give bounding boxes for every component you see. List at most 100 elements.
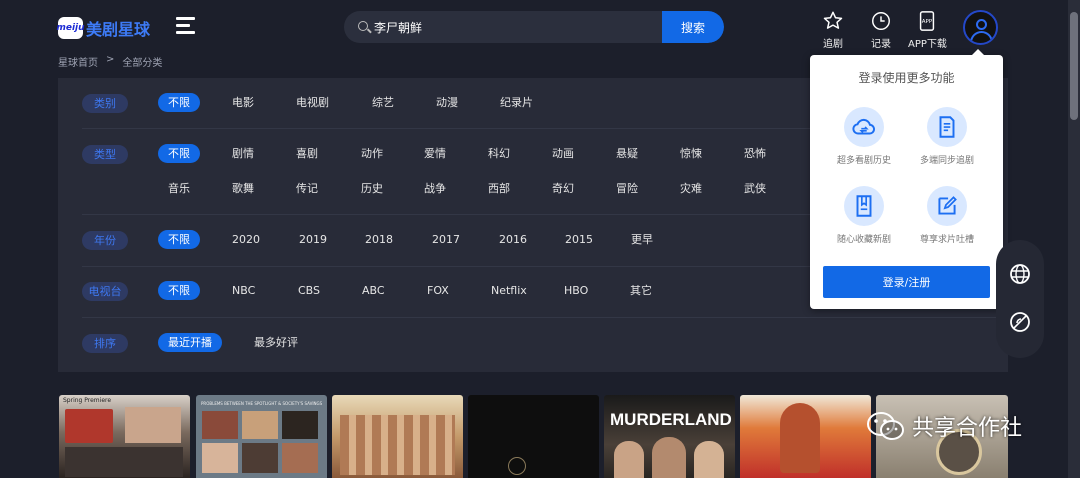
genre-option[interactable]: 奇幻	[552, 179, 574, 198]
filter-row-sort: 排序	[82, 333, 128, 353]
genre-option[interactable]: 动作	[361, 144, 383, 163]
filter-row-year: 年份	[82, 230, 128, 250]
genre-option[interactable]: 音乐	[168, 179, 190, 198]
year-option[interactable]: 2019	[299, 230, 327, 249]
genre-option[interactable]: 剧情	[232, 144, 254, 163]
network-option[interactable]: Netflix	[491, 281, 527, 300]
filter-label-network: 电视台	[82, 281, 128, 301]
search-button[interactable]: 搜索	[662, 11, 724, 43]
poster-title: Spring Premiere	[63, 397, 112, 404]
network-option[interactable]: ABC	[362, 281, 385, 300]
avatar[interactable]	[963, 10, 998, 45]
logo-badge: meiju	[56, 17, 85, 39]
filter-label-year: 年份	[82, 230, 128, 250]
search-icon	[358, 21, 368, 31]
poster-card[interactable]: Spring Premiere	[59, 395, 190, 478]
filter-label-sort: 排序	[82, 333, 128, 353]
year-option[interactable]: 2018	[365, 230, 393, 249]
category-option-documentary[interactable]: 纪录片	[500, 93, 533, 112]
category-option-variety[interactable]: 综艺	[372, 93, 394, 112]
network-option[interactable]: NBC	[232, 281, 255, 300]
app-download-icon: APP	[920, 11, 935, 31]
feature-history: 超多看剧历史	[824, 107, 904, 166]
poster-caption: PROBLEMS BETWEEN THE SPOTLIGHT & SOCIETY…	[201, 401, 323, 406]
network-option[interactable]: 其它	[630, 281, 652, 300]
feature-label: 多端同步追剧	[919, 156, 974, 166]
year-option[interactable]: 2016	[499, 230, 527, 249]
feature-sync: 多端同步追剧	[907, 107, 987, 166]
cloud-sync-icon	[844, 107, 884, 147]
filter-row-genre: 类型	[82, 144, 128, 164]
watermark: 共享合作社	[866, 410, 1022, 442]
filter-label-category: 类别	[82, 93, 128, 113]
app-download-button[interactable]: APP APP下载	[908, 10, 947, 50]
genre-option[interactable]: 武侠	[744, 179, 766, 198]
genre-option[interactable]: 冒险	[616, 179, 638, 198]
follow-button[interactable]: 追剧	[822, 10, 844, 50]
poster-card[interactable]	[468, 395, 599, 478]
poster-title: MURDERLAND	[610, 410, 732, 429]
genre-option[interactable]: 恐怖	[744, 144, 766, 163]
genre-option[interactable]: 历史	[361, 179, 383, 198]
feature-request: 尊享求片吐槽	[907, 186, 987, 245]
svg-text:APP: APP	[922, 19, 933, 25]
category-option-anime[interactable]: 动漫	[436, 93, 458, 112]
genre-option[interactable]: 动画	[552, 144, 574, 163]
year-option-all[interactable]: 不限	[158, 230, 200, 249]
genre-option[interactable]: 惊悚	[680, 144, 702, 163]
history-button[interactable]: 记录	[870, 10, 892, 50]
network-option[interactable]: FOX	[427, 281, 449, 300]
category-option-all[interactable]: 不限	[158, 93, 200, 112]
star-icon	[823, 11, 843, 29]
wechat-icon	[867, 412, 904, 440]
genre-option[interactable]: 悬疑	[616, 144, 638, 163]
year-option[interactable]: 更早	[631, 230, 653, 249]
genre-option[interactable]: 灾难	[680, 179, 702, 198]
breadcrumb-home[interactable]: 星球首页	[58, 54, 98, 69]
feature-label: 超多看剧历史	[836, 156, 891, 166]
genre-option[interactable]: 喜剧	[296, 144, 318, 163]
genre-option[interactable]: 爱情	[424, 144, 446, 163]
popup-title: 登录使用更多功能	[858, 71, 955, 85]
genre-option[interactable]: 战争	[424, 179, 446, 198]
feature-label: 尊享求片吐槽	[919, 235, 974, 245]
year-option[interactable]: 2020	[232, 230, 260, 249]
search-input[interactable]	[374, 11, 664, 43]
poster-card[interactable]	[740, 395, 871, 478]
genre-option[interactable]: 传记	[296, 179, 318, 198]
network-option-all[interactable]: 不限	[158, 281, 200, 300]
theme-toggle-icon[interactable]	[1008, 310, 1032, 334]
genre-option[interactable]: 歌舞	[232, 179, 254, 198]
document-icon	[927, 107, 967, 147]
edit-icon	[927, 186, 967, 226]
filter-label-genre: 类型	[82, 144, 128, 164]
globe-icon[interactable]	[1008, 262, 1032, 286]
poster-card[interactable]: MURDERLAND	[604, 395, 735, 478]
poster-card[interactable]	[332, 395, 463, 478]
genre-option[interactable]: 科幻	[488, 144, 510, 163]
year-option[interactable]: 2015	[565, 230, 593, 249]
category-option-tv[interactable]: 电视剧	[296, 93, 329, 112]
breadcrumb: 星球首页 > 全部分类	[58, 54, 162, 69]
year-option[interactable]: 2017	[432, 230, 460, 249]
filter-row-category: 类别	[82, 93, 128, 113]
breadcrumb-separator: >	[106, 54, 115, 65]
menu-icon[interactable]	[176, 17, 195, 35]
scrollbar-thumb[interactable]	[1070, 12, 1078, 120]
network-option[interactable]: CBS	[298, 281, 320, 300]
sort-option-recent[interactable]: 最近开播	[158, 333, 222, 352]
bookmark-icon	[844, 186, 884, 226]
login-register-button[interactable]: 登录/注册	[823, 266, 990, 298]
filter-row-network: 电视台	[82, 281, 128, 301]
category-option-movie[interactable]: 电影	[232, 93, 254, 112]
scrollbar[interactable]	[1068, 0, 1080, 478]
sort-option-top-rated[interactable]: 最多好评	[254, 333, 298, 352]
watermark-text: 共享合作社	[912, 416, 1023, 441]
poster-card[interactable]: PROBLEMS BETWEEN THE SPOTLIGHT & SOCIETY…	[196, 395, 327, 478]
genre-option-all[interactable]: 不限	[158, 144, 200, 163]
site-logo[interactable]: meiju 美剧星球	[56, 16, 150, 40]
search-bar: 搜索	[344, 11, 724, 43]
history-label: 记录	[871, 39, 891, 50]
network-option[interactable]: HBO	[564, 281, 588, 300]
genre-option[interactable]: 西部	[488, 179, 510, 198]
